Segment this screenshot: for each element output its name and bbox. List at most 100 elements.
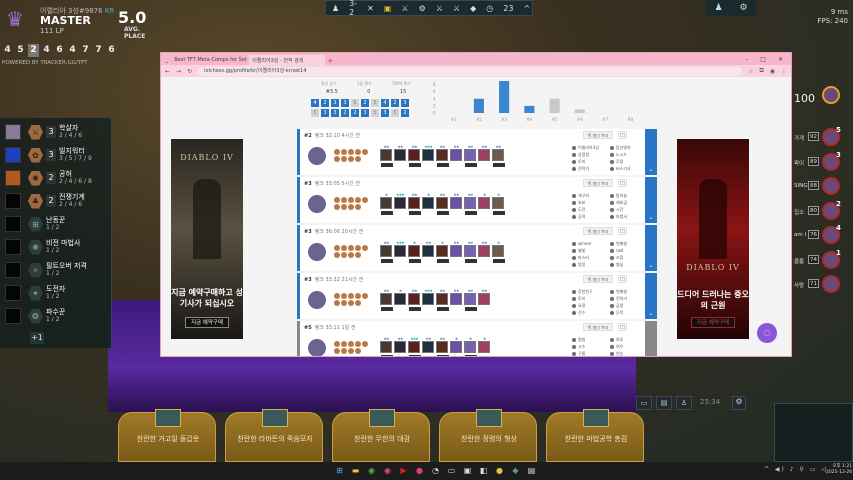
unit-portrait[interactable]: ★★ xyxy=(450,192,462,209)
windows-start-icon[interactable]: ⊞ xyxy=(334,465,345,476)
trait-0[interactable]: ⚔ 3 학살자 2 / 4 / 6 xyxy=(28,122,82,142)
player-name[interactable]: 노시드 xyxy=(610,152,646,158)
unit-portrait[interactable]: ★★ xyxy=(436,336,449,356)
terminal-icon[interactable]: ▭ xyxy=(446,465,457,476)
unit-portrait[interactable]: ★★★ xyxy=(394,240,406,257)
lobby-player[interactable]: 왁이 89 3 xyxy=(794,151,853,175)
lobby-player[interactable]: 집소 80 2 xyxy=(794,200,853,224)
reload-icon[interactable]: ↻ xyxy=(187,68,192,75)
unit-portrait[interactable]: ★ xyxy=(422,192,434,209)
trait-6[interactable]: ✧ 필트오버 저격 1 / 2 xyxy=(28,260,87,280)
close-icon[interactable]: ✕ xyxy=(778,56,783,63)
new-tab-icon[interactable]: + xyxy=(327,57,333,65)
unit-portrait[interactable]: ★★ xyxy=(464,192,477,215)
copy-deck-button[interactable]: 덱 빌더 복사 xyxy=(583,275,613,283)
unit-portrait[interactable]: ★ xyxy=(492,240,505,263)
unit-portrait[interactable]: ★★★ xyxy=(422,144,434,161)
match-row[interactable]: #5랭크 33:11 1일 전덱 빌더 복사⊡⌄★★★★★★★★★★★★★★평범… xyxy=(297,321,657,356)
player-name[interactable]: 토끼 xyxy=(572,159,608,165)
copy-deck-button[interactable]: 덱 빌더 복사 xyxy=(583,179,613,187)
unit-portrait[interactable]: ★★ xyxy=(478,240,490,257)
tab-profile[interactable]: 이렐리아3성 - 전적 검색 xyxy=(249,55,326,65)
chevron-up-icon[interactable]: ^ xyxy=(523,4,530,13)
match-row[interactable]: #3 랭크 33:05 5시간 전덱 빌더 복사 ⊡ ⌄ ★ ★★★ ★★ ★ ★★ ★★ ★★ ★ ★… xyxy=(297,177,657,223)
youtube-icon[interactable]: ▶ xyxy=(398,465,409,476)
copy-deck-button[interactable]: 덱 빌더 복사 xyxy=(583,323,613,331)
lobby-player[interactable]: SING 88 xyxy=(794,177,853,199)
player-name[interactable]: 헤비급 xyxy=(610,200,646,206)
unit-portrait[interactable]: ★★ xyxy=(450,240,462,257)
match-row[interactable]: #3 랭크 33:32 21시간 전덱 빌더 복사 ⊡ ⌄ ★★ ★ ★★ ★★★ ★★ ★★ ★★… xyxy=(297,273,657,319)
player-name[interactable]: 버스기사 xyxy=(610,166,646,172)
expand-button[interactable]: ⌄ xyxy=(645,225,657,271)
clock[interactable]: 오후 1:21 2025-12-26 xyxy=(826,464,852,476)
unit-portrait[interactable]: ★★ xyxy=(422,336,434,353)
unit-portrait[interactable]: ★★ xyxy=(478,144,490,161)
ad-banner-right[interactable]: DIABLO IV 드디어 드러나는 증오의 근원 지금 예약구매 xyxy=(677,139,749,339)
trait-3[interactable]: ♣ 2 전쟁기계 2 / 4 / 6 xyxy=(28,191,85,211)
player-name[interactable]: 연패왕 xyxy=(610,289,646,295)
player-name[interactable]: 구름 xyxy=(572,351,608,356)
player-icon[interactable]: ♟ xyxy=(714,3,722,13)
unit-portrait[interactable]: ★★ xyxy=(464,144,477,167)
player-name[interactable]: 고수 xyxy=(572,344,608,350)
player-name[interactable]: 마법사 xyxy=(610,214,646,220)
expand-button[interactable]: ⌄ xyxy=(645,273,657,319)
player-name[interactable]: 이렐리아3성 xyxy=(572,145,608,151)
item-slot[interactable] xyxy=(5,262,21,278)
app-icon[interactable]: ● xyxy=(494,465,505,476)
trait-7[interactable]: ✶ 도전자 1 / 2 xyxy=(28,283,65,303)
unit-portrait[interactable]: ★★ xyxy=(464,240,477,263)
item-slot[interactable] xyxy=(5,308,21,324)
file-explorer-icon[interactable]: ▬ xyxy=(350,465,361,476)
unit-portrait[interactable]: ★★★ xyxy=(422,288,434,305)
item-slot[interactable] xyxy=(5,124,21,140)
app-icon[interactable]: ● xyxy=(414,465,425,476)
player-name[interactable]: 여우 xyxy=(610,344,646,350)
unit-portrait[interactable]: ★★ xyxy=(408,288,421,311)
extensions-icon[interactable]: ⧉ xyxy=(759,67,763,75)
chat-icon[interactable]: ▭ xyxy=(636,396,652,410)
cart-icon[interactable]: ⊡ xyxy=(618,323,627,331)
shop-card[interactable]: 찬란한 라바돈의 죽음모자 xyxy=(225,409,323,462)
unit-portrait[interactable]: ★★ xyxy=(408,144,421,167)
lobby-player[interactable]: 가게 92 5 xyxy=(794,126,853,150)
unit-portrait[interactable]: ★★ xyxy=(436,192,449,215)
unit-portrait[interactable]: ★ xyxy=(478,192,490,209)
lobby-player[interactable]: 100 xyxy=(794,86,853,108)
player-name[interactable]: 곰탱 xyxy=(610,303,646,309)
lobby-player[interactable]: 사람 71 xyxy=(794,275,853,297)
player-name[interactable]: winner xyxy=(572,241,608,247)
expand-button[interactable]: ⌄ xyxy=(645,129,657,175)
unit-portrait[interactable]: ★ xyxy=(450,336,462,353)
player-name[interactable]: 루팡 xyxy=(610,159,646,165)
unit-portrait[interactable]: ★★ xyxy=(492,144,505,167)
cart-icon[interactable]: ⊡ xyxy=(618,227,627,235)
player-name[interactable]: 초보 xyxy=(572,200,608,206)
unit-portrait[interactable]: ★★ xyxy=(380,240,393,263)
expand-button[interactable]: ⌄ xyxy=(645,177,657,223)
player-name[interactable]: 시간 xyxy=(610,207,646,213)
chat-button[interactable]: ◌ xyxy=(757,323,777,343)
player-name[interactable]: 조합 xyxy=(610,255,646,261)
unit-portrait[interactable]: ★★ xyxy=(478,288,490,305)
settings-gear-icon[interactable]: ⚙ xyxy=(739,3,747,13)
unit-portrait[interactable]: ★★ xyxy=(380,336,393,356)
item-slot[interactable] xyxy=(5,147,21,163)
minimize-icon[interactable]: – xyxy=(745,56,748,63)
traits-more-button[interactable]: +1 xyxy=(30,332,44,344)
settings-gear-icon[interactable]: ⚙ xyxy=(732,396,746,410)
player-name[interactable]: 연승 xyxy=(610,351,646,356)
shop-card[interactable]: 찬란한 정령의 형상 xyxy=(439,409,537,462)
player-name[interactable]: 도전 xyxy=(572,207,608,213)
unit-portrait[interactable]: ★★ xyxy=(408,192,421,215)
match-row[interactable]: #2 랭크 32:10 4시간 전덱 빌더 복사 ⊡ ⌄ ★★ ★★ ★★ ★★★ ★★ ★★ ★★… xyxy=(297,129,657,175)
item-slot[interactable] xyxy=(5,170,21,186)
unit-portrait[interactable]: ★★ xyxy=(450,288,462,305)
unit-portrait[interactable]: ★★ xyxy=(422,240,434,257)
unit-portrait[interactable]: ★ xyxy=(394,288,406,305)
player-name[interactable]: 마스터 xyxy=(572,255,608,261)
unit-portrait[interactable]: ★ xyxy=(492,192,505,215)
player-name[interactable]: 밤하늘 xyxy=(610,193,646,199)
unit-portrait[interactable]: ★★ xyxy=(394,144,406,161)
